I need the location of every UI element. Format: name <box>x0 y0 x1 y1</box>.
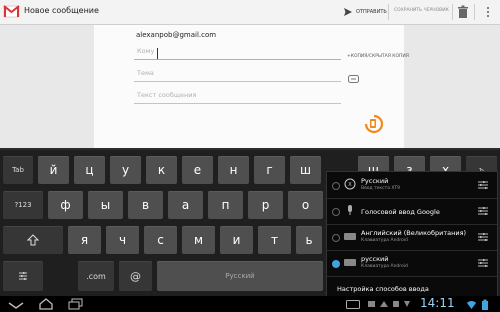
voice-input-indicator-icon <box>364 114 384 134</box>
xt9-icon: X <box>344 178 356 190</box>
to-field[interactable]: Кому <box>134 42 341 60</box>
clock: 14:11 <box>420 296 455 310</box>
settings-sliders-icon[interactable] <box>477 179 489 191</box>
key[interactable]: о <box>288 191 323 219</box>
input-method-option[interactable]: X Русский Ввод текста XT9 <box>327 172 497 199</box>
key[interactable]: я <box>68 226 101 254</box>
recent-apps-icon[interactable] <box>68 298 84 310</box>
key[interactable]: м <box>182 226 215 254</box>
microphone-icon <box>348 205 352 215</box>
key[interactable]: к <box>146 156 177 184</box>
overflow-menu-icon[interactable] <box>486 6 490 18</box>
subject-placeholder: Тема <box>137 69 154 77</box>
attachment-icon[interactable] <box>348 75 359 83</box>
shift-icon <box>27 234 39 246</box>
radio-button-selected[interactable] <box>332 260 340 268</box>
subject-field[interactable]: Тема <box>134 64 341 82</box>
settings-sliders-icon[interactable] <box>477 205 489 217</box>
key[interactable]: й <box>38 156 69 184</box>
key[interactable]: г <box>254 156 285 184</box>
key[interactable]: у <box>110 156 141 184</box>
key[interactable]: п <box>208 191 243 219</box>
key[interactable]: в <box>128 191 163 219</box>
divider <box>474 4 475 20</box>
key[interactable]: ф <box>48 191 83 219</box>
key[interactable]: ы <box>88 191 123 219</box>
divider <box>452 4 453 20</box>
battery-icon <box>482 299 488 310</box>
body-placeholder: Текст сообщения <box>137 91 197 99</box>
key-tab[interactable]: Tab <box>3 156 33 184</box>
settings-sliders-icon[interactable] <box>477 231 489 243</box>
notification-icons <box>368 301 410 307</box>
settings-label: Настройка способов ввода <box>337 285 429 293</box>
back-icon[interactable] <box>8 301 24 310</box>
svg-text:X: X <box>348 182 352 188</box>
option-subtitle: Ввод текста XT9 <box>361 186 401 191</box>
radio-button[interactable] <box>332 182 340 190</box>
key[interactable]: ц <box>74 156 105 184</box>
input-method-option[interactable]: Английский (Великобритания) Клавиатура A… <box>327 224 497 251</box>
input-method-option-selected[interactable]: русский Клавиатура Android <box>327 250 497 277</box>
key[interactable]: ш <box>290 156 321 184</box>
keyboard-settings-key[interactable] <box>3 261 43 291</box>
divider <box>388 4 389 20</box>
gmail-icon[interactable] <box>3 4 20 19</box>
key[interactable]: е <box>182 156 213 184</box>
key[interactable]: ч <box>106 226 139 254</box>
key[interactable]: ь <box>296 226 322 254</box>
wifi-icon <box>467 300 476 309</box>
option-title: Английский (Великобритания) <box>361 229 467 237</box>
send-icon <box>344 8 352 16</box>
key[interactable]: т <box>258 226 291 254</box>
key[interactable]: р <box>248 191 283 219</box>
option-subtitle: Клавиатура Android <box>361 238 408 243</box>
at-key[interactable]: @ <box>119 261 152 291</box>
add-cc-bcc-button[interactable]: +КОПИЯ/СКРЫТАЯ КОПИЯ <box>347 54 409 59</box>
home-icon[interactable] <box>38 297 54 310</box>
key[interactable]: н <box>218 156 249 184</box>
radio-button[interactable] <box>332 208 340 216</box>
shift-key[interactable] <box>3 226 63 254</box>
from-account[interactable]: alexanpob@gmail.com <box>136 31 216 39</box>
send-button[interactable]: ОТПРАВИТЬ <box>343 3 387 21</box>
radio-button[interactable] <box>332 234 340 242</box>
settings-sliders-icon[interactable] <box>477 257 489 269</box>
text-cursor <box>157 48 158 59</box>
input-method-option[interactable]: Голосовой ввод Google <box>327 198 497 225</box>
input-method-popup: X Русский Ввод текста XT9 Голосовой ввод… <box>326 171 498 301</box>
keyboard-icon[interactable] <box>346 300 360 309</box>
keyboard-icon <box>344 233 356 240</box>
body-field[interactable]: Текст сообщения <box>134 86 341 104</box>
send-label: ОТПРАВИТЬ <box>356 9 387 15</box>
trash-icon[interactable] <box>457 5 469 19</box>
to-placeholder: Кому <box>137 47 155 55</box>
key-symbols[interactable]: ?123 <box>3 191 43 219</box>
keyboard-icon <box>344 259 356 266</box>
page-title: Новое сообщение <box>24 6 99 15</box>
key[interactable]: с <box>144 226 177 254</box>
key[interactable]: и <box>220 226 253 254</box>
option-title: русский <box>361 255 389 263</box>
option-title: Русский <box>361 177 389 185</box>
space-key[interactable]: Русский <box>157 261 323 291</box>
dotcom-key[interactable]: .com <box>78 261 114 291</box>
save-draft-button[interactable]: СОХРАНИТЬ ЧЕРНОВИК <box>394 8 449 13</box>
option-title: Голосовой ввод Google <box>361 208 440 216</box>
option-subtitle: Клавиатура Android <box>361 264 408 269</box>
key[interactable]: а <box>168 191 203 219</box>
sliders-icon <box>19 272 27 280</box>
